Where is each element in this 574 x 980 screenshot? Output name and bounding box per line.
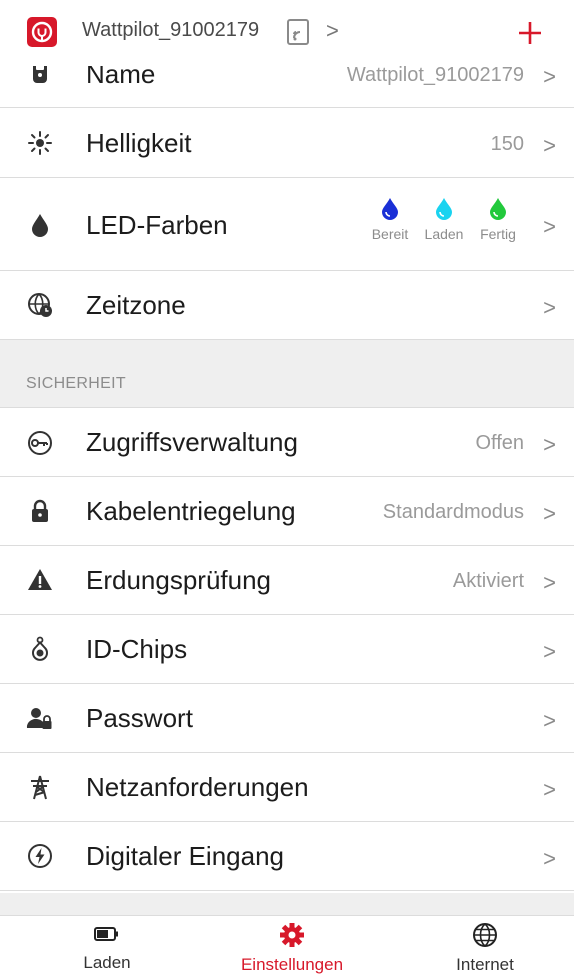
droplet-icon xyxy=(490,198,506,220)
settings-row-timezone[interactable]: Zeitzone > xyxy=(0,271,574,340)
chevron-right-icon: > xyxy=(543,295,556,320)
led-color-charging[interactable]: Laden xyxy=(418,196,470,242)
chevron-right-icon: > xyxy=(543,214,556,239)
settings-row-brightness[interactable]: Helligkeit 150 > xyxy=(0,108,574,178)
settings-row-id-chips[interactable]: ID-Chips > xyxy=(0,615,574,684)
settings-row-password[interactable]: Passwort > xyxy=(0,684,574,753)
settings-row-led-colors[interactable]: LED-Farben Bereit Laden Fertig > xyxy=(0,178,574,271)
gear-icon xyxy=(280,923,304,947)
chevron-right-icon: > xyxy=(543,133,556,158)
chevron-right-icon: > xyxy=(543,570,556,595)
settings-row-value: Standardmodus xyxy=(382,501,524,523)
settings-row-ground-check[interactable]: Erdungsprüfung Aktiviert > xyxy=(0,546,574,615)
device-title[interactable]: Wattpilot_91002179 xyxy=(82,19,259,42)
led-caption: Fertig xyxy=(480,226,516,242)
chevron-right-icon: > xyxy=(543,501,556,526)
lightning-circle-icon xyxy=(26,842,54,870)
settings-row-label: Zugriffsverwaltung xyxy=(86,427,298,457)
settings-row-label: Passwort xyxy=(86,703,193,733)
warning-icon xyxy=(26,566,54,594)
chevron-right-icon: > xyxy=(543,777,556,802)
chevron-right-icon: > xyxy=(543,846,556,871)
chevron-right-icon: > xyxy=(543,639,556,664)
user-lock-icon xyxy=(26,704,54,732)
chevron-right-icon: > xyxy=(543,432,556,457)
chevron-right-icon: > xyxy=(543,708,556,733)
bottom-tab-bar: Laden Einstellungen Internet xyxy=(0,915,574,980)
tab-label: Einstellungen xyxy=(240,955,344,974)
section-spacer xyxy=(0,893,574,915)
tab-internet[interactable]: Internet xyxy=(410,922,560,975)
settings-row-label: ID-Chips xyxy=(86,634,188,664)
tab-label: Laden xyxy=(83,953,131,972)
device-switch-chevron-icon[interactable]: > xyxy=(326,18,339,44)
led-color-finished[interactable]: Fertig xyxy=(472,196,524,242)
led-caption: Bereit xyxy=(371,226,409,242)
chevron-right-icon: > xyxy=(543,64,556,89)
power-pylon-icon xyxy=(26,773,54,801)
settings-row-digital-input[interactable]: Digitaler Eingang > xyxy=(0,822,574,891)
remote-connection-icon[interactable] xyxy=(286,18,312,51)
key-icon xyxy=(26,429,54,457)
settings-row-value: Aktiviert xyxy=(452,570,524,592)
settings-row-value: Offen xyxy=(475,432,524,454)
tab-laden[interactable]: Laden xyxy=(32,922,182,973)
settings-row-label: Zeitzone xyxy=(86,290,186,320)
settings-row-value: 150 xyxy=(490,133,524,155)
add-device-button[interactable] xyxy=(515,18,545,48)
settings-row-grid-requirements[interactable]: Netzanforderungen > xyxy=(0,753,574,822)
settings-row-cable-unlock[interactable]: Kabelentriegelung Standardmodus > xyxy=(0,477,574,546)
globe-icon xyxy=(473,923,497,947)
section-title: SICHERHEIT xyxy=(26,375,126,392)
wattpilot-logo-icon xyxy=(27,17,57,47)
settings-row-label: LED-Farben xyxy=(86,210,228,240)
settings-row-value: Wattpilot_91002179 xyxy=(346,64,524,86)
section-header-security: SICHERHEIT xyxy=(0,340,574,408)
sun-icon xyxy=(26,129,54,157)
globe-clock-icon xyxy=(26,291,54,319)
settings-list: Name Wattpilot_91002179 > Helligkeit 150… xyxy=(0,44,574,891)
settings-row-label: Kabelentriegelung xyxy=(86,496,296,526)
droplet-icon xyxy=(26,211,54,239)
settings-row-label: Digitaler Eingang xyxy=(86,841,285,871)
tab-einstellungen[interactable]: Einstellungen xyxy=(217,922,367,975)
tab-label: Internet xyxy=(456,955,514,974)
settings-row-access-management[interactable]: Zugriffsverwaltung Offen > xyxy=(0,408,574,477)
settings-row-label: Erdungsprüfung xyxy=(86,565,272,595)
led-color-swatches: Bereit Laden Fertig xyxy=(364,196,524,256)
settings-row-label: Netzanforderungen xyxy=(86,772,309,802)
id-chip-icon xyxy=(26,635,54,663)
settings-row-label: Helligkeit xyxy=(86,128,192,158)
led-caption: Laden xyxy=(424,226,464,242)
top-bar: Wattpilot_91002179 > xyxy=(0,0,574,66)
led-color-ready[interactable]: Bereit xyxy=(364,196,416,242)
droplet-icon xyxy=(382,198,398,220)
battery-icon xyxy=(94,927,118,941)
droplet-icon xyxy=(436,198,452,220)
lock-icon xyxy=(26,497,54,525)
